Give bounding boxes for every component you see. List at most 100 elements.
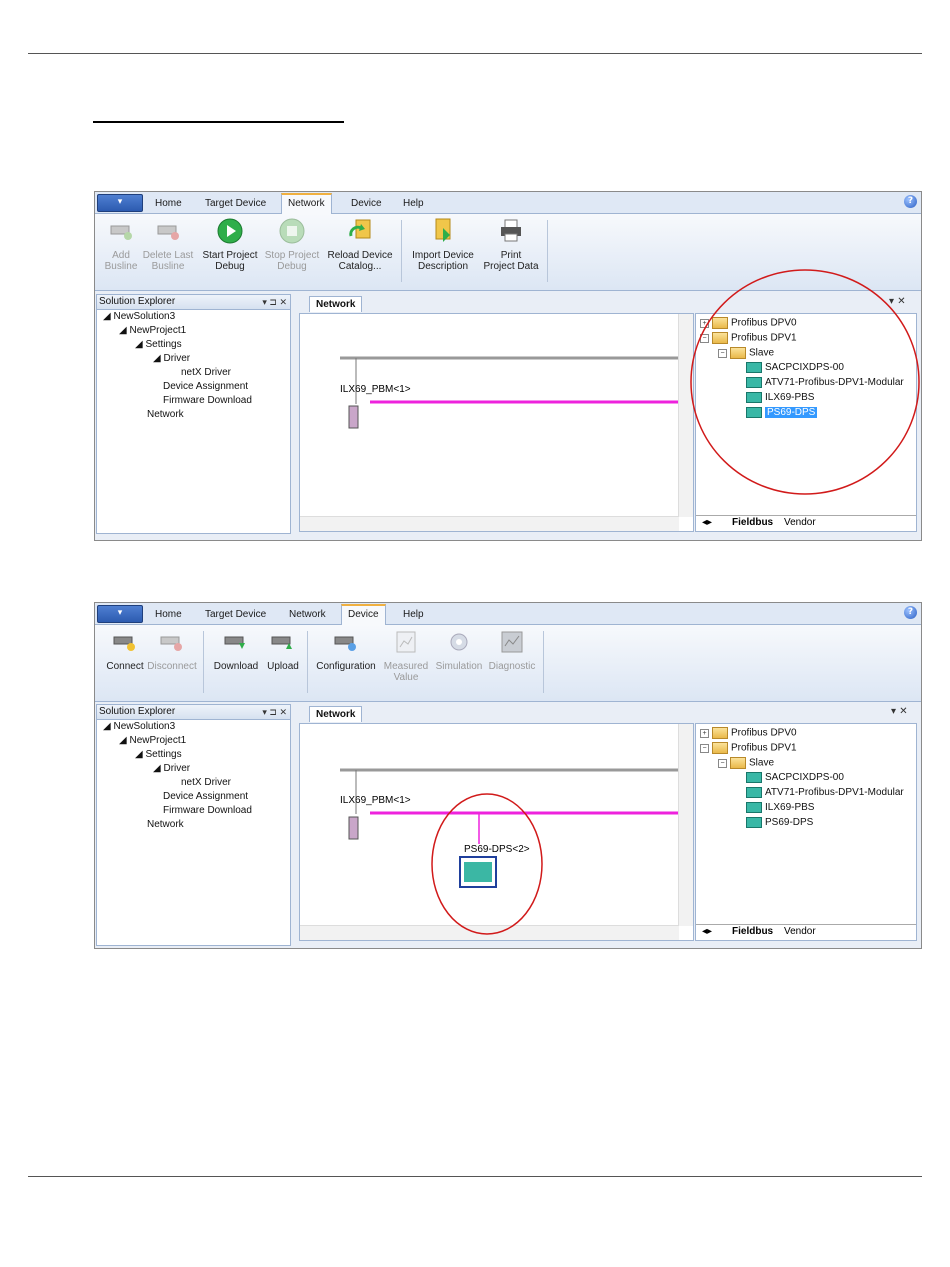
- diagnostic-button[interactable]: Diagnostic: [487, 629, 537, 672]
- device-catalog-pane: + Profibus DPV0 − Profibus DPV1 − Slave SAC…: [695, 723, 917, 941]
- vertical-scrollbar[interactable]: [678, 724, 693, 926]
- heading-underline: [93, 121, 344, 123]
- tree-item-settings[interactable]: ◢ Settings: [135, 749, 182, 760]
- catalog-item-sacpci[interactable]: SACPCIXDPS-00: [746, 772, 844, 784]
- annotation-circle: [431, 793, 543, 935]
- tab-network-document[interactable]: Network: [309, 296, 363, 312]
- solution-explorer-header: Solution Explorer ▾ ⊐ ✕: [97, 295, 290, 310]
- tree-item-network[interactable]: Network: [147, 409, 184, 420]
- delete-busline-label-1: Delete Last: [142, 250, 194, 261]
- disconnect-icon: [160, 636, 182, 651]
- application-menu-button[interactable]: ▾: [97, 605, 143, 623]
- connect-button[interactable]: Connect: [103, 629, 147, 672]
- master-device-icon[interactable]: [348, 405, 359, 429]
- add-busline-icon: [110, 225, 132, 240]
- tree-item-driver[interactable]: ◢ Driver: [153, 353, 190, 364]
- horizontal-scrollbar[interactable]: [300, 516, 679, 531]
- application-menu-button[interactable]: ▾: [97, 194, 143, 212]
- top-rule: [28, 53, 922, 54]
- catalog-item-dpv0[interactable]: + Profibus DPV0: [700, 727, 797, 740]
- tree-item-firmware-download[interactable]: Firmware Download: [163, 805, 252, 816]
- tab-network[interactable]: Network: [283, 606, 332, 624]
- device-icon: [746, 802, 762, 813]
- tree-item-project[interactable]: ◢ NewProject1: [119, 325, 186, 336]
- add-busline-label-2: Busline: [104, 261, 138, 272]
- download-button[interactable]: Download: [211, 629, 261, 672]
- import-label-1: Import Device: [412, 250, 474, 261]
- tab-help[interactable]: Help: [397, 606, 430, 624]
- pane-controls[interactable]: ▾ ⊐ ✕: [262, 295, 287, 309]
- tab-vendor[interactable]: Vendor: [784, 926, 816, 937]
- start-project-debug-button[interactable]: Start Project Debug: [199, 218, 261, 272]
- catalog-item-atv71[interactable]: ATV71-Profibus-DPV1-Modular: [746, 787, 904, 799]
- help-icon[interactable]: ?: [904, 195, 917, 208]
- tree-item-netx-driver[interactable]: netX Driver: [181, 777, 231, 788]
- tab-scroll-arrows[interactable]: ◂▸: [702, 926, 712, 937]
- stop-project-debug-button[interactable]: Stop Project Debug: [263, 218, 321, 272]
- stop-debug-label-2: Debug: [277, 261, 307, 272]
- network-diagram: [340, 356, 678, 429]
- catalog-item-ilx69-pbs[interactable]: ILX69-PBS: [746, 802, 814, 814]
- download-label: Download: [213, 661, 259, 672]
- tree-item-device-assignment[interactable]: Device Assignment: [163, 381, 248, 392]
- ribbon-separator: [401, 220, 402, 282]
- tree-item-device-assignment[interactable]: Device Assignment: [163, 791, 248, 802]
- tree-item-project[interactable]: ◢ NewProject1: [119, 735, 186, 746]
- ribbon-tab-bar: ▾ Home Target Device Network Device Help…: [95, 192, 921, 215]
- tree-item-netx-driver[interactable]: netX Driver: [181, 367, 231, 378]
- tree-item-settings[interactable]: ◢ Settings: [135, 339, 182, 350]
- solution-explorer-header: Solution Explorer ▾ ⊐ ✕: [97, 705, 290, 720]
- diagnostic-label: Diagnostic: [488, 661, 536, 672]
- tree-label: NewSolution3: [113, 311, 176, 322]
- tree-item-driver[interactable]: ◢ Driver: [153, 763, 190, 774]
- tab-home[interactable]: Home: [149, 606, 188, 624]
- network-canvas[interactable]: ILX69_PBM<1>: [299, 313, 694, 532]
- tab-network-document[interactable]: Network: [309, 706, 363, 722]
- tree-item-network[interactable]: Network: [147, 819, 184, 830]
- import-label-2: Description: [417, 261, 469, 272]
- pane-controls[interactable]: ▾ ⊐ ✕: [262, 705, 287, 719]
- solution-explorer-title: Solution Explorer: [99, 296, 176, 307]
- catalog-item-slave[interactable]: − Slave: [718, 757, 774, 770]
- tab-fieldbus[interactable]: Fieldbus: [732, 517, 773, 528]
- tab-home[interactable]: Home: [149, 195, 188, 213]
- import-device-description-button[interactable]: Import Device Description: [407, 218, 479, 272]
- simulation-label: Simulation: [435, 661, 483, 672]
- ribbon-separator: [203, 631, 204, 693]
- solution-explorer-title: Solution Explorer: [99, 706, 176, 717]
- catalog-item-dpv1[interactable]: − Profibus DPV1: [700, 742, 797, 755]
- tree-label: Settings: [145, 749, 182, 760]
- catalog-item-ps69-dps[interactable]: PS69-DPS: [746, 817, 813, 829]
- print-project-data-button[interactable]: Print Project Data: [481, 218, 541, 272]
- tab-target-device[interactable]: Target Device: [199, 195, 272, 213]
- measured-value-button[interactable]: Measured Value: [381, 629, 431, 683]
- upload-label: Upload: [267, 661, 299, 672]
- measured-value-label-1: Measured: [383, 661, 429, 672]
- tab-device[interactable]: Device: [341, 604, 386, 626]
- ribbon-separator: [547, 220, 548, 282]
- document-close-icon[interactable]: ▾ ✕: [891, 706, 918, 717]
- tab-target-device[interactable]: Target Device: [199, 606, 272, 624]
- tab-device[interactable]: Device: [345, 195, 388, 213]
- configuration-button[interactable]: Configuration: [313, 629, 379, 672]
- tab-network[interactable]: Network: [281, 193, 332, 215]
- help-icon[interactable]: ?: [904, 606, 917, 619]
- disconnect-button[interactable]: Disconnect: [147, 629, 197, 672]
- tab-scroll-arrows[interactable]: ◂▸: [702, 517, 712, 528]
- simulation-button[interactable]: Simulation: [433, 629, 485, 672]
- solution-explorer-pane: Solution Explorer ▾ ⊐ ✕ ◢ NewSolution3 ◢ …: [96, 704, 291, 946]
- disconnect-label: Disconnect: [147, 661, 197, 672]
- add-busline-button[interactable]: Add Busline: [103, 218, 139, 272]
- tab-vendor[interactable]: Vendor: [784, 517, 816, 528]
- upload-button[interactable]: Upload: [263, 629, 303, 672]
- delete-last-busline-button[interactable]: Delete Last Busline: [141, 218, 195, 272]
- solution-explorer-pane: Solution Explorer ▾ ⊐ ✕ ◢ NewSolution3 ◢ …: [96, 294, 291, 534]
- tree-item-solution[interactable]: ◢ NewSolution3: [103, 721, 175, 732]
- tab-help[interactable]: Help: [397, 195, 430, 213]
- tree-item-firmware-download[interactable]: Firmware Download: [163, 395, 252, 406]
- reload-device-catalog-button[interactable]: Reload Device Catalog...: [325, 218, 395, 272]
- tab-fieldbus[interactable]: Fieldbus: [732, 926, 773, 937]
- tree-item-solution[interactable]: ◢ NewSolution3: [103, 311, 175, 322]
- master-device-icon[interactable]: [348, 816, 359, 840]
- connect-label: Connect: [106, 661, 144, 672]
